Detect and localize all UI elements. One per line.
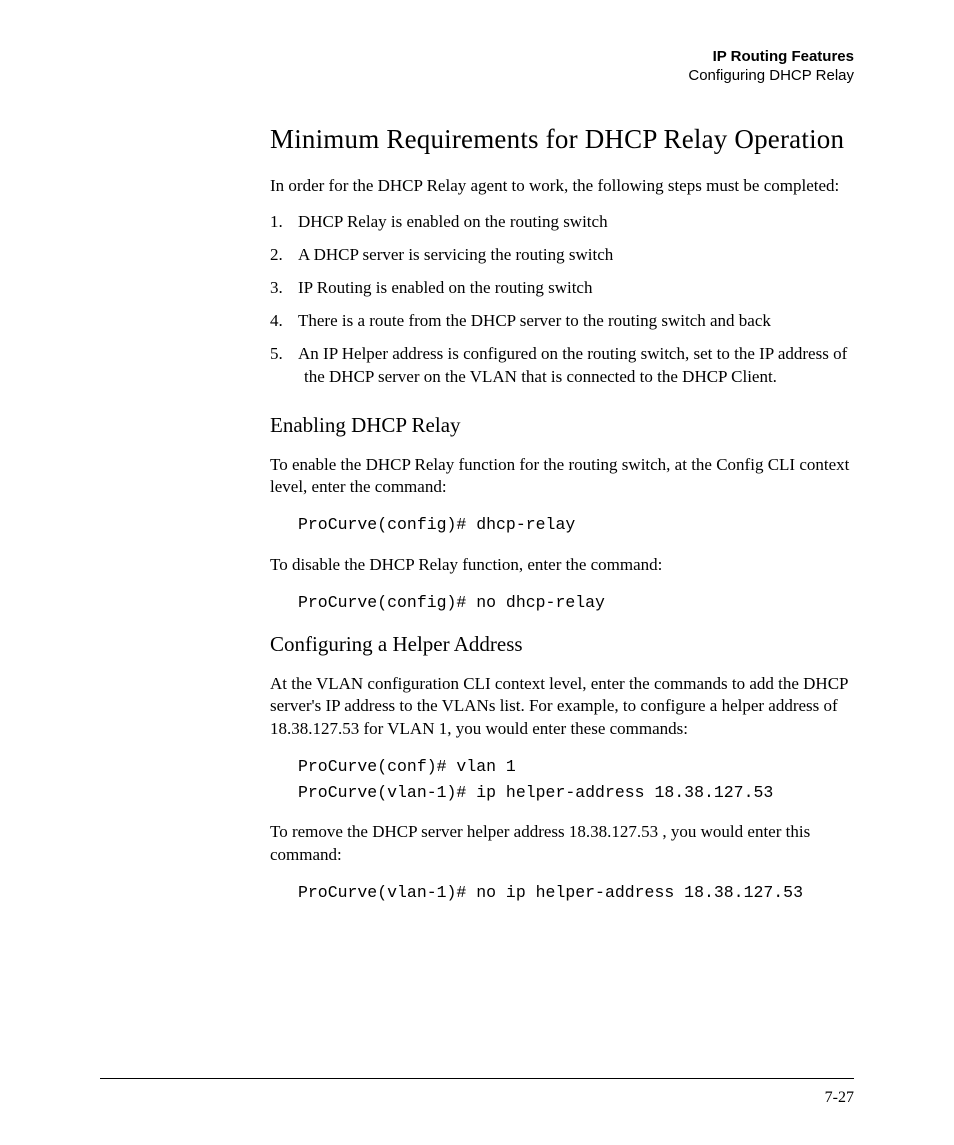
- list-text: A DHCP server is servicing the routing s…: [298, 245, 613, 264]
- list-text: An IP Helper address is configured on th…: [298, 344, 847, 386]
- running-head-subtitle: Configuring DHCP Relay: [100, 67, 854, 86]
- list-item: 1.DHCP Relay is enabled on the routing s…: [270, 211, 854, 234]
- list-number: 4.: [270, 310, 298, 333]
- command-block: ProCurve(config)# dhcp-relay: [298, 512, 854, 538]
- list-item: 4.There is a route from the DHCP server …: [270, 310, 854, 333]
- subheading-enable: Enabling DHCP Relay: [270, 413, 854, 438]
- list-number: 1.: [270, 211, 298, 234]
- helper-paragraph-1: At the VLAN configuration CLI context le…: [270, 673, 854, 740]
- intro-paragraph: In order for the DHCP Relay agent to wor…: [270, 175, 854, 197]
- list-number: 2.: [270, 244, 298, 267]
- list-item: 2.A DHCP server is servicing the routing…: [270, 244, 854, 267]
- command-block: ProCurve(config)# no dhcp-relay: [298, 590, 854, 616]
- list-item: 5.An IP Helper address is configured on …: [270, 343, 854, 389]
- list-text: There is a route from the DHCP server to…: [298, 311, 771, 330]
- content-column: Minimum Requirements for DHCP Relay Oper…: [270, 124, 854, 906]
- command-block: ProCurve(vlan-1)# no ip helper-address 1…: [298, 880, 854, 906]
- command-block: ProCurve(conf)# vlan 1 ProCurve(vlan-1)#…: [298, 754, 854, 805]
- enable-paragraph-1: To enable the DHCP Relay function for th…: [270, 454, 854, 499]
- subheading-helper: Configuring a Helper Address: [270, 632, 854, 657]
- list-number: 5.: [270, 343, 298, 366]
- footer-rule: [100, 1078, 854, 1079]
- enable-paragraph-2: To disable the DHCP Relay function, ente…: [270, 554, 854, 576]
- running-head: IP Routing Features Configuring DHCP Rel…: [100, 48, 864, 86]
- list-number: 3.: [270, 277, 298, 300]
- list-text: IP Routing is enabled on the routing swi…: [298, 278, 592, 297]
- page: IP Routing Features Configuring DHCP Rel…: [0, 0, 954, 906]
- section-title: Minimum Requirements for DHCP Relay Oper…: [270, 124, 854, 155]
- requirements-list: 1.DHCP Relay is enabled on the routing s…: [270, 211, 854, 389]
- list-item: 3.IP Routing is enabled on the routing s…: [270, 277, 854, 300]
- list-text: DHCP Relay is enabled on the routing swi…: [298, 212, 608, 231]
- running-head-title: IP Routing Features: [100, 48, 854, 67]
- page-number: 7-27: [825, 1089, 854, 1107]
- helper-paragraph-2: To remove the DHCP server helper address…: [270, 821, 854, 866]
